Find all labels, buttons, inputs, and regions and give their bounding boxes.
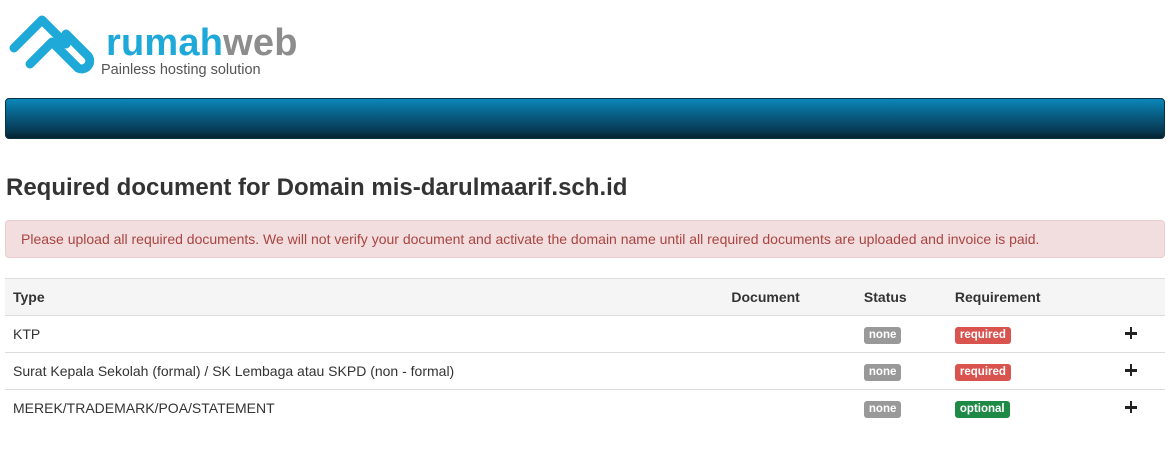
row-status-cell: none	[856, 390, 947, 427]
table-row: Surat Kepala Sekolah (formal) / SK Lemba…	[5, 352, 1165, 390]
main-navbar	[5, 98, 1165, 139]
status-badge: none	[863, 400, 902, 418]
row-type: Surat Kepala Sekolah (formal) / SK Lemba…	[5, 352, 724, 390]
page-title: Required document for Domain mis-darulma…	[6, 174, 628, 201]
row-action-cell	[1111, 315, 1165, 353]
plus-icon[interactable]	[1125, 364, 1137, 376]
row-requirement-cell: optional	[947, 390, 1111, 427]
header-action	[1111, 278, 1165, 316]
rumahweb-logo[interactable]: rumahweb Painless hosting solution	[8, 10, 348, 82]
row-requirement-cell: required	[946, 352, 1111, 390]
row-requirement-cell: required	[946, 315, 1111, 353]
row-status-cell: none	[855, 315, 947, 353]
row-type: KTP	[5, 315, 724, 353]
table-header-row: Type Document Status Requirement	[5, 278, 1165, 316]
row-document	[723, 315, 856, 353]
plus-icon[interactable]	[1125, 401, 1137, 414]
logo-word-rumah: rumah	[106, 22, 224, 64]
status-badge: none	[863, 363, 902, 381]
header-document: Document	[723, 278, 856, 316]
rumahweb-logo-mark-icon	[9, 15, 95, 74]
row-type: MEREK/TRADEMARK/POA/STATEMENT	[13, 400, 275, 417]
table-row: KTP none required	[5, 315, 1165, 353]
logo-wordmark: rumahweb	[106, 24, 298, 62]
documents-table: Type Document Status Requirement KTP non…	[5, 278, 1165, 427]
requirement-badge: optional	[954, 400, 1010, 418]
logo-word-web: web	[223, 22, 298, 64]
row-action-cell	[1111, 352, 1165, 390]
requirement-badge: required	[954, 363, 1011, 381]
table-row: MEREK/TRADEMARK/POA/STATEMENT none optio…	[5, 390, 1165, 427]
status-badge: none	[863, 326, 902, 344]
header-type: Type	[5, 278, 724, 316]
header-status: Status	[855, 278, 947, 316]
row-document	[723, 352, 856, 390]
header-requirement: Requirement	[946, 278, 1111, 316]
required-documents-alert: Please upload all required documents. We…	[5, 220, 1165, 258]
row-action-cell	[1111, 390, 1165, 427]
row-status-cell: none	[855, 352, 947, 390]
row-document	[723, 390, 856, 427]
plus-icon[interactable]	[1125, 327, 1137, 339]
logo-tagline: Painless hosting solution	[101, 62, 261, 78]
requirement-badge: required	[954, 326, 1011, 344]
